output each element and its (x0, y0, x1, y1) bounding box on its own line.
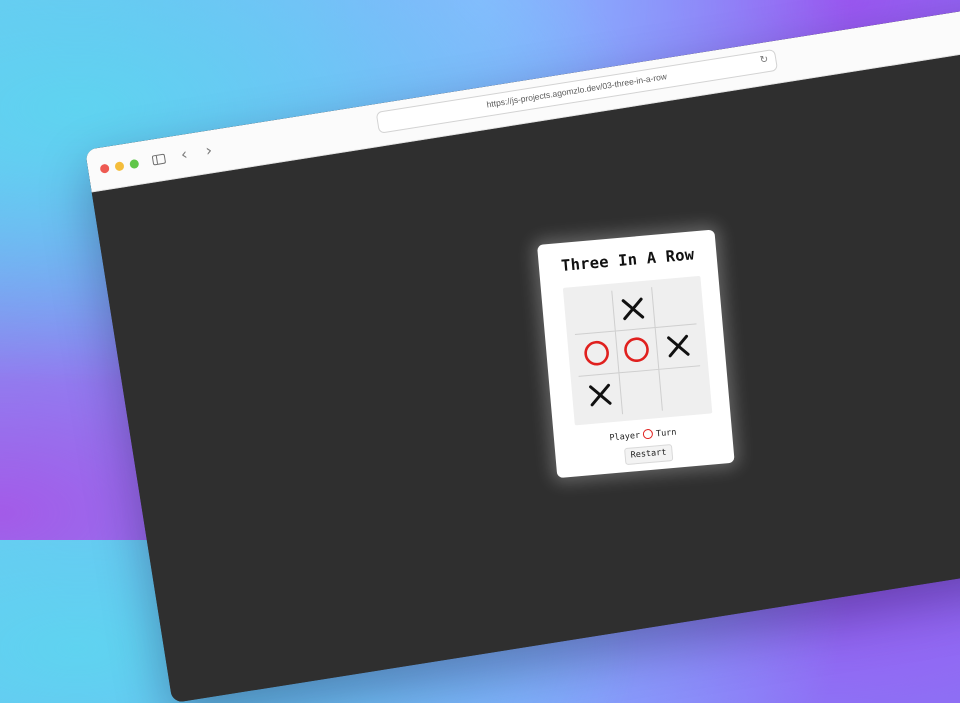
browser-window: ‹ › https://js-projects.agomzlo.dev/03-t… (85, 0, 960, 703)
game-title: Three In A Row (560, 245, 695, 275)
o-mark-icon (624, 337, 650, 363)
board-cell-0-0[interactable] (571, 290, 616, 336)
board-cell-0-2[interactable] (652, 283, 697, 329)
board-cell-1-1[interactable] (615, 328, 660, 373)
back-button[interactable]: ‹ (179, 144, 188, 164)
x-mark-icon (622, 297, 645, 321)
board-cell-1-0[interactable] (575, 331, 620, 377)
x-mark-icon (666, 335, 690, 358)
o-mark-icon (584, 341, 609, 367)
turn-status-suffix: Turn (655, 427, 677, 440)
board-cell-1-2[interactable] (656, 324, 701, 370)
forward-button[interactable]: › (204, 140, 213, 160)
turn-status: Player Turn (554, 422, 732, 449)
zoom-window-button[interactable] (129, 158, 140, 170)
board-cell-0-1[interactable] (611, 287, 657, 332)
board-cell-2-2[interactable] (660, 366, 704, 411)
board-grid (571, 283, 704, 418)
close-window-button[interactable] (99, 163, 110, 174)
minimize-window-button[interactable] (114, 161, 125, 172)
sidebar-toggle-icon[interactable] (151, 153, 167, 166)
restart-button[interactable]: Restart (624, 444, 674, 466)
board-cell-2-0[interactable] (578, 372, 623, 418)
current-player-o-icon (642, 428, 654, 440)
x-mark-icon (588, 384, 612, 407)
turn-status-prefix: Player (609, 430, 641, 444)
board-cell-2-1[interactable] (619, 369, 664, 415)
game-board (562, 275, 713, 426)
reload-icon[interactable]: ↻ (759, 54, 769, 66)
game-card: Three In A Row Player Turn Restart (537, 229, 735, 479)
